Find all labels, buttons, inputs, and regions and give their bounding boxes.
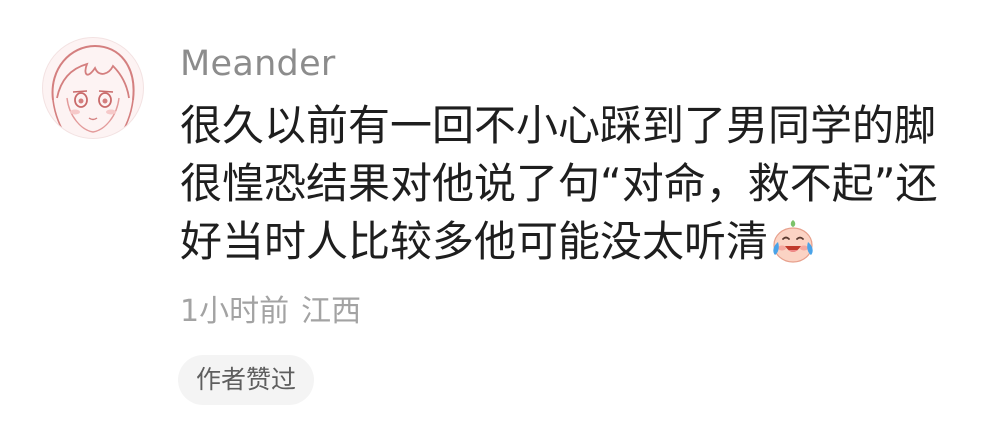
author-liked-badge: 作者赞过 <box>178 355 315 405</box>
comment-text: 很久以前有一回不小心踩到了男同学的脚 很惶恐结果对他说了句“对命，救不起”还 好… <box>180 97 938 271</box>
comment-line-2: 很惶恐结果对他说了句“对命，救不起”还 <box>180 159 938 208</box>
anime-girl-avatar-icon <box>51 44 135 135</box>
timestamp: 1小时前 <box>180 294 290 329</box>
comment-line-3-text: 好当时人比较多他可能没太听清 <box>180 217 769 266</box>
comment-line-3: 好当时人比较多他可能没太听清 <box>180 213 920 271</box>
username[interactable]: Meander <box>180 42 336 86</box>
location: 江西 <box>301 294 362 329</box>
avatar[interactable] <box>42 37 144 139</box>
crying-laughing-face-icon <box>770 218 816 264</box>
comment-meta: 1小时前 江西 <box>180 292 361 332</box>
comment-card: Meander 很久以前有一回不小心踩到了男同学的脚 很惶恐结果对他说了句“对命… <box>0 0 984 423</box>
comment-line-1: 很久以前有一回不小心踩到了男同学的脚 <box>180 101 937 150</box>
